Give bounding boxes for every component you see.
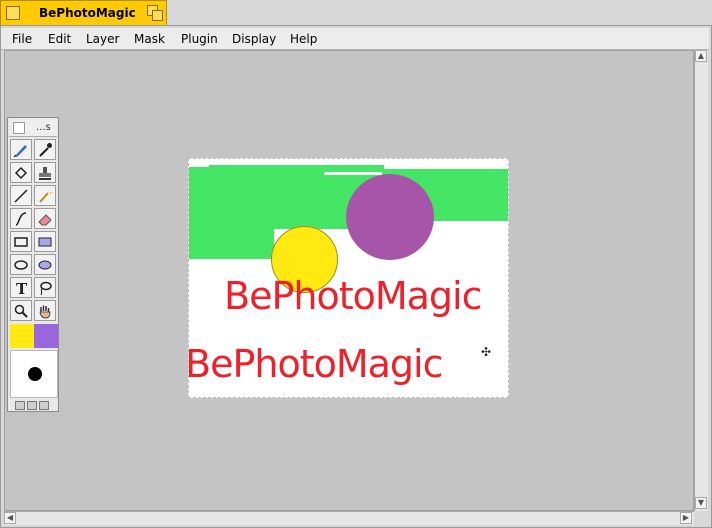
ellipse-icon[interactable] [10, 254, 32, 275]
palette-option-icon[interactable] [15, 401, 25, 410]
palette-option-icon[interactable] [27, 401, 37, 410]
rectangle-icon[interactable] [10, 231, 32, 252]
hand-icon[interactable] [34, 300, 56, 321]
menu-layer[interactable]: Layer [86, 32, 119, 46]
menu-display[interactable]: Display [232, 32, 276, 46]
stamp-icon[interactable] [34, 162, 56, 183]
foreground-color-swatch[interactable] [10, 324, 34, 348]
menu-mask[interactable]: Mask [134, 32, 165, 46]
image-canvas[interactable]: BePhotoMagic BePhotoMagic ✣ [188, 158, 509, 398]
image-text-2: BePhotoMagic [188, 342, 443, 386]
line-icon[interactable] [10, 185, 32, 206]
curve-icon[interactable] [10, 208, 32, 229]
menu-file[interactable]: File [12, 32, 32, 46]
purple-circle [346, 174, 434, 260]
menu-edit[interactable]: Edit [48, 32, 71, 46]
close-icon[interactable] [6, 6, 20, 20]
filled-rectangle-icon[interactable] [34, 231, 56, 252]
brush-icon[interactable] [10, 139, 32, 160]
eyedropper-icon[interactable] [34, 139, 56, 160]
move-cursor-icon: ✣ [481, 345, 492, 359]
white-gap [324, 172, 382, 175]
eraser-icon[interactable] [34, 208, 56, 229]
tool-palette: ...s T [7, 117, 59, 412]
svg-text:T: T [16, 280, 28, 296]
title-tab[interactable]: BePhotoMagic [0, 0, 167, 25]
image-text-1: BePhotoMagic [224, 274, 482, 318]
palette-option-icon[interactable] [39, 401, 49, 410]
window-title: BePhotoMagic [39, 6, 136, 20]
brush-shape-icon [28, 367, 42, 381]
magic-wand-icon[interactable] [34, 185, 56, 206]
scroll-up-icon[interactable]: ▲ [695, 50, 707, 62]
menu-plugin[interactable]: Plugin [181, 32, 218, 46]
filled-ellipse-icon[interactable] [34, 254, 56, 275]
horizontal-scrollbar[interactable]: ◀ ▶ [4, 511, 694, 525]
resize-corner[interactable] [694, 511, 708, 525]
scroll-right-icon[interactable]: ▶ [680, 512, 692, 524]
zoom-tool-icon[interactable] [10, 300, 32, 321]
menu-bar: File Edit Layer Mask Plugin Display Help [1, 28, 709, 50]
vertical-scrollbar[interactable]: ▲ ▼ [694, 50, 708, 511]
palette-label: ...s [36, 122, 51, 133]
brush-preview[interactable] [10, 350, 58, 398]
menu-help[interactable]: Help [290, 32, 317, 46]
text-icon[interactable]: T [10, 277, 32, 298]
palette-header: ...s [9, 119, 57, 137]
green-stroke [474, 175, 508, 205]
zoom-icon[interactable] [147, 5, 163, 21]
background-color-swatch[interactable] [34, 324, 58, 348]
fill-icon[interactable] [10, 162, 32, 183]
scroll-down-icon[interactable]: ▼ [695, 497, 707, 509]
scroll-left-icon[interactable]: ◀ [4, 512, 16, 524]
palette-checkbox[interactable] [13, 122, 25, 134]
lasso-icon[interactable] [34, 277, 56, 298]
